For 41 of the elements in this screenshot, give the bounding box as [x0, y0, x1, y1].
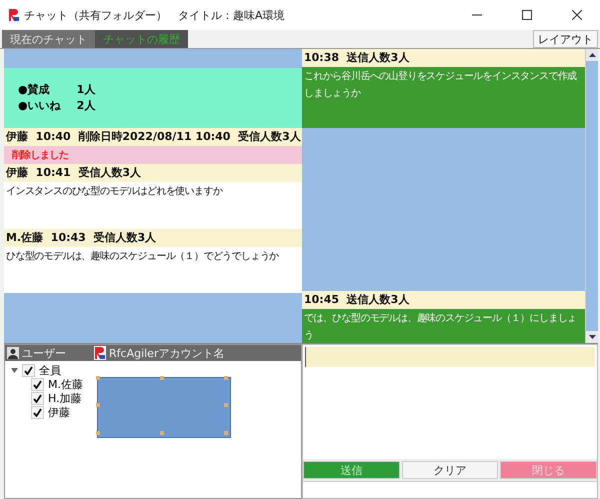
- app-logo-icon: [8, 8, 20, 22]
- user-icon: [7, 347, 19, 359]
- message-text: では、ひな型のモデルは、趣味のスケジュール（１）にしましょう: [302, 309, 585, 343]
- user-name: H.加藤: [48, 390, 82, 406]
- message-header: 10:45 送信人数3人: [302, 291, 585, 309]
- window-title: チャット（共有フォルダー） タイトル：趣味A環境: [24, 8, 286, 22]
- user-name: 全員: [39, 362, 61, 378]
- maximize-icon: [522, 10, 532, 20]
- column-header: ユーザー: [7, 346, 66, 360]
- deleted-notice: 削除しました: [4, 146, 302, 164]
- user-name: 伊藤: [48, 404, 70, 420]
- checkbox[interactable]: [31, 392, 44, 404]
- message-text: ひな型のモデルは、趣味のスケジュール（１）でどうでしょうか: [4, 247, 302, 293]
- scroll-up-button[interactable]: [586, 49, 598, 61]
- checkbox[interactable]: [31, 406, 44, 418]
- close-button[interactable]: 閉じる: [500, 461, 598, 479]
- message-header: 伊藤 10:41 受信人数3人: [4, 164, 302, 182]
- scroll-down-button[interactable]: [586, 331, 598, 343]
- close-icon: [572, 10, 582, 20]
- checkbox[interactable]: [22, 364, 35, 376]
- reaction-count: 2人: [76, 98, 96, 114]
- tab[interactable]: 現在のチャット: [2, 30, 95, 48]
- checkbox[interactable]: [31, 378, 44, 390]
- message-text: インスタンスのひな型のモデルはどれを使いますか: [4, 182, 302, 229]
- tab[interactable]: チャットの履歴: [95, 30, 188, 48]
- reaction-label: ●賛成: [18, 82, 51, 98]
- message-header: 伊藤 10:40 削除日時2022/08/11 10:40 受信人数3人: [4, 128, 302, 146]
- send-button[interactable]: 送信: [303, 461, 400, 479]
- up-arrow-icon: [588, 53, 596, 57]
- message-header: 10:38 送信人数3人: [302, 49, 585, 67]
- clear-button[interactable]: クリア: [402, 461, 498, 479]
- message-input-field[interactable]: [305, 347, 595, 367]
- expand-arrow-icon[interactable]: [11, 366, 18, 374]
- layout-button[interactable]: レイアウト: [533, 30, 598, 48]
- reaction-label: ●いいね: [18, 98, 61, 114]
- down-arrow-icon: [588, 335, 596, 339]
- user-name: M.佐藤: [48, 376, 83, 392]
- reaction-count: 1人: [76, 82, 96, 98]
- column-header: RfcAgilerアカウント名: [94, 346, 224, 360]
- message-header: M.佐藤 10:43 受信人数3人: [4, 229, 302, 247]
- message-text: これから谷川岳への山登りをスケジュールをインスタンスで作成しましょうか: [302, 67, 585, 128]
